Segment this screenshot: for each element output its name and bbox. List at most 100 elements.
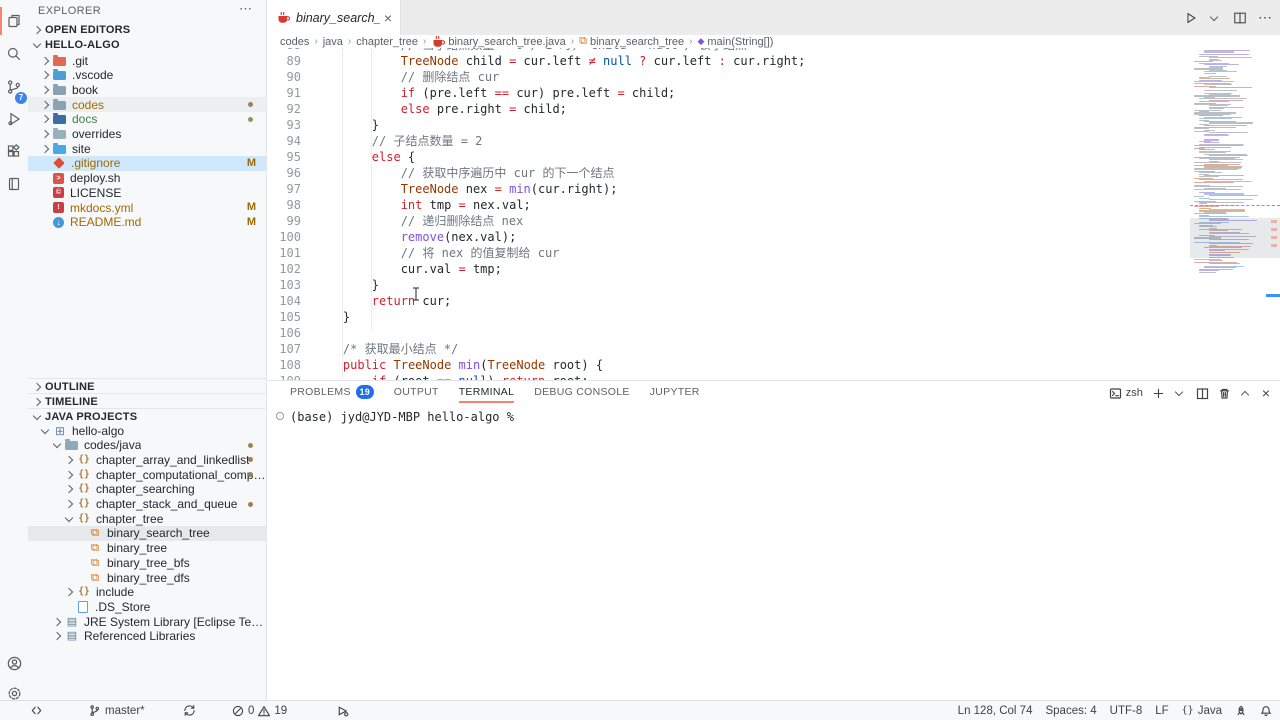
file-row-codes[interactable]: codes <box>28 97 266 112</box>
section-java-projects[interactable]: JAVA PROJECTS <box>28 409 270 424</box>
code-line-97[interactable]: 97 TreeNode nex = min(cur.right); <box>268 181 1190 197</box>
java-tree--DS-Store[interactable]: .DS_Store <box>28 599 266 614</box>
java-tree-binary-tree-dfs[interactable]: ⧉binary_tree_dfs <box>28 570 266 585</box>
maximize-panel-icon[interactable] <box>1241 390 1249 398</box>
status-git-branch[interactable]: master* <box>88 701 145 720</box>
code-line-93[interactable]: 93 } <box>268 117 1190 133</box>
breadcrumb-item-1[interactable]: java <box>323 36 343 48</box>
code-line-108[interactable]: 108 public TreeNode min(TreeNode root) { <box>268 357 1190 373</box>
panel-tab-debug-console[interactable]: DEBUG CONSOLE <box>534 381 630 403</box>
sidebar-divider[interactable] <box>266 0 267 700</box>
code-line-105[interactable]: 105 } <box>268 309 1190 325</box>
code-line-101[interactable]: 101 // 将 nex 的值复制给 cur <box>268 245 1190 261</box>
run-java-button[interactable] <box>1184 11 1198 25</box>
file-row-book[interactable]: book <box>28 82 266 97</box>
file-row-site[interactable]: site <box>28 141 266 156</box>
status-eol[interactable]: LF <box>1155 705 1168 717</box>
section-open-editors[interactable]: OPEN EDITORS <box>28 22 270 37</box>
code-line-89[interactable]: 89 TreeNode child = cur.left ≠ null ? cu… <box>268 53 1190 69</box>
panel-tab-output[interactable]: OUTPUT <box>394 381 439 403</box>
activity-item-search[interactable] <box>0 39 28 69</box>
code-line-103[interactable]: 103 } <box>268 277 1190 293</box>
breadcrumb-item-3[interactable]: binary_search_tree.java <box>431 35 565 49</box>
section-timeline[interactable]: TIMELINE <box>28 394 270 409</box>
file-row-mkdocs-yml[interactable]: !mkdocs.ymlM <box>28 200 266 215</box>
status-errors[interactable]: 019 <box>232 701 287 720</box>
minimap[interactable] <box>1190 48 1262 348</box>
java-tree-include[interactable]: {}include <box>28 585 266 600</box>
file-row--vscode[interactable]: .vscode <box>28 68 266 83</box>
status-encoding[interactable]: UTF-8 <box>1110 705 1143 717</box>
kill-terminal-button[interactable] <box>1218 387 1231 400</box>
code-line-91[interactable]: 91 if (pre.left == cur) pre.left = child… <box>268 85 1190 101</box>
code-line-100[interactable]: 100 remove(nex.val); <box>268 229 1190 245</box>
status-java-server-mode[interactable] <box>1235 705 1247 717</box>
file-row-overrides[interactable]: overrides <box>28 127 266 142</box>
code-line-92[interactable]: 92 else pre.right = child; <box>268 101 1190 117</box>
java-tree-chapter-computational-comple[interactable]: {}chapter_computational_complexity <box>28 467 266 482</box>
status-remote-indicator[interactable] <box>30 701 43 720</box>
activity-item-run-and-debug[interactable] <box>0 104 28 134</box>
section-hello-algo[interactable]: HELLO-ALGO <box>28 37 270 52</box>
breadcrumb-item-0[interactable]: codes <box>280 36 309 48</box>
java-tree-chapter-searching[interactable]: {}chapter_searching <box>28 482 266 497</box>
code-line-90[interactable]: 90 // 删除结点 cur <box>268 69 1190 85</box>
file-row-deploy-sh[interactable]: >deploy.sh <box>28 171 266 186</box>
split-editor-button[interactable] <box>1233 11 1247 25</box>
breadcrumb-item-4[interactable]: ⧉binary_search_tree <box>579 35 684 48</box>
status-cursor-position[interactable]: Ln 128, Col 74 <box>958 705 1033 717</box>
code-line-109[interactable]: 109 if (root == null) return root; <box>268 373 1190 380</box>
status-indentation[interactable]: Spaces: 4 <box>1045 705 1096 717</box>
java-tree-chapter-stack-and-queue[interactable]: {}chapter_stack_and_queue <box>28 497 266 512</box>
file-row-docs[interactable]: docs <box>28 112 266 127</box>
activity-item-source-control[interactable]: 7 <box>0 72 28 102</box>
java-tree-hello-algo[interactable]: ⊞hello-algo <box>28 423 266 438</box>
status-language-mode[interactable]: {}Java <box>1182 705 1222 717</box>
code-line-99[interactable]: 99 // 递归删除结点 nex <box>268 213 1190 229</box>
explorer-more-actions-icon[interactable]: ⋯ <box>239 1 252 17</box>
java-tree-chapter-array-and-linkedlist[interactable]: {}chapter_array_and_linkedlist <box>28 452 266 467</box>
section-outline[interactable]: OUTLINE <box>28 379 270 394</box>
file-row-LICENSE[interactable]: ©LICENSE <box>28 185 266 200</box>
close-panel-icon[interactable]: × <box>1262 385 1270 401</box>
split-terminal-button[interactable] <box>1196 387 1209 400</box>
code-line-102[interactable]: 102 cur.val = tmp; <box>268 261 1190 277</box>
code-line-95[interactable]: 95 else { <box>268 149 1190 165</box>
tab-binary-search-tree[interactable]: binary_search_tree.java × <box>268 0 401 35</box>
editor-more-actions-icon[interactable]: ⋯ <box>1258 9 1272 26</box>
status-run-status[interactable] <box>336 701 349 720</box>
activity-item-extensions[interactable] <box>0 136 28 166</box>
code-editor[interactable]: 88 // 当子结点数量 = 0 / 1 时， child = null / 该… <box>268 48 1190 380</box>
activity-item-account[interactable] <box>0 648 28 678</box>
file-row--gitignore[interactable]: .gitignoreM <box>28 156 266 171</box>
tab-close-icon[interactable]: × <box>384 11 392 25</box>
java-tree-binary-tree-bfs[interactable]: ⧉binary_tree_bfs <box>28 555 266 570</box>
run-dropdown-icon[interactable] <box>1210 12 1218 20</box>
panel-tab-jupyter[interactable]: JUPYTER <box>650 381 700 403</box>
java-tree-JRE-System-Library--Eclipse-[interactable]: ▤JRE System Library [Eclipse Temurin 17 … <box>28 614 266 629</box>
activity-item-notebook[interactable] <box>0 169 28 199</box>
java-tree-chapter-tree[interactable]: {}chapter_tree <box>28 511 266 526</box>
activity-item-explorer[interactable] <box>0 6 28 36</box>
code-line-106[interactable]: 106 <box>268 325 1190 341</box>
java-tree-binary-tree[interactable]: ⧉binary_tree <box>28 541 266 556</box>
terminal-shell-select[interactable]: zsh <box>1109 387 1143 400</box>
file-row--git[interactable]: .git <box>28 53 266 68</box>
java-tree-binary-search-tree[interactable]: ⧉binary_search_tree <box>28 526 266 541</box>
java-tree-Referenced-Libraries[interactable]: ▤Referenced Libraries <box>28 629 266 644</box>
terminal-prompt[interactable]: (base) jyd@JYD-MBP hello-algo % <box>290 410 514 424</box>
code-line-96[interactable]: 96 // 获取中序遍历中 cur 的下一个结点 <box>268 165 1190 181</box>
status-sync[interactable] <box>183 701 196 720</box>
breadcrumb-item-2[interactable]: chapter_tree <box>356 36 418 48</box>
breadcrumb-item-5[interactable]: ◆main(String[]) <box>697 36 773 48</box>
panel-tab-problems[interactable]: PROBLEMS19 <box>290 381 374 403</box>
java-tree-codes-java[interactable]: codes/java <box>28 438 266 453</box>
minimap-slider[interactable] <box>1190 218 1280 258</box>
code-line-107[interactable]: 107 /* 获取最小结点 */ <box>268 341 1190 357</box>
new-terminal-button[interactable] <box>1152 387 1165 400</box>
file-row-README-md[interactable]: ↓README.mdM <box>28 215 266 230</box>
code-line-98[interactable]: 98 int tmp = nex.val; <box>268 197 1190 213</box>
code-line-94[interactable]: 94 // 子结点数量 = 2 <box>268 133 1190 149</box>
code-line-104[interactable]: 104 return cur; <box>268 293 1190 309</box>
panel-tab-terminal[interactable]: TERMINAL <box>459 381 515 403</box>
